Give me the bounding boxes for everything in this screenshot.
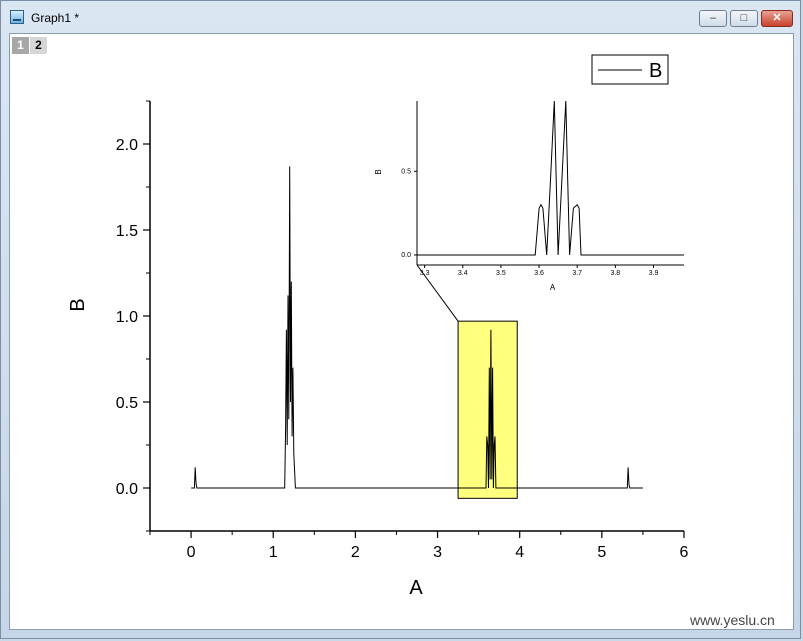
- main-y-tick-label: 1.0: [116, 309, 138, 326]
- inset-y-axis-title: B: [374, 169, 383, 174]
- main-y-tick-label: 0.5: [116, 395, 138, 412]
- inset-x-tick-label: 3.9: [649, 270, 659, 277]
- main-x-tick-label: 5: [597, 544, 606, 561]
- main-x-tick-label: 1: [269, 544, 278, 561]
- inset-x-tick-label: 3.8: [610, 270, 620, 277]
- zoom-region-box: [457, 320, 518, 499]
- inset-x-tick-label: 3.4: [458, 270, 468, 277]
- main-y-tick-label: 0.0: [116, 481, 138, 498]
- inset-x-tick-label: 3.3: [420, 270, 430, 277]
- watermark: www.yeslu.cn: [690, 612, 775, 628]
- inset-x-axis-title: A: [550, 283, 556, 292]
- main-x-tick-label: 2: [351, 544, 360, 561]
- inset-x-tick-label: 3.5: [496, 270, 506, 277]
- legend-label-b: B: [649, 60, 662, 82]
- main-x-tick-label: 3: [433, 544, 442, 561]
- inset-x-tick-label: 3.7: [572, 270, 582, 277]
- main-y-tick-label: 2.0: [116, 137, 138, 154]
- inset-y-tick-label: 0.0: [401, 252, 411, 259]
- main-x-tick-label: 0: [187, 544, 196, 561]
- inset-x-tick-label: 3.6: [534, 270, 544, 277]
- inset-y-tick-label: 0.5: [401, 168, 411, 175]
- main-x-tick-label: 4: [515, 544, 524, 561]
- main-y-axis-title: B: [67, 298, 89, 311]
- main-x-axis-title: A: [409, 577, 423, 599]
- main-y-tick-label: 1.5: [116, 223, 138, 240]
- chart-canvas: 0 1 2 3 4 5 6 0.0 0.5 1.0 1.5 2.0 A B B 3.3 3.4 3.5 3.6 3.7…: [67, 54, 689, 599]
- main-x-tick-label: 6: [680, 544, 689, 561]
